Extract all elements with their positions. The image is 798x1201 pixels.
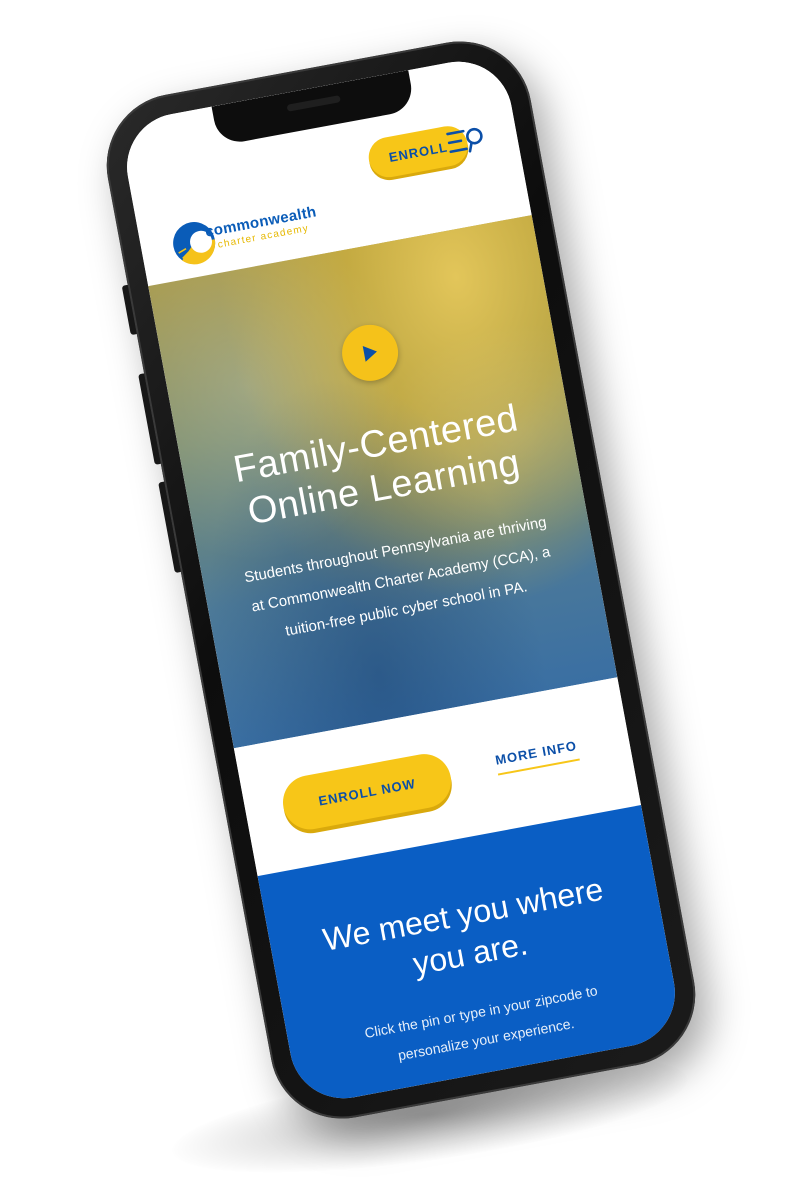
more-info-link[interactable]: MORE INFO [494,737,580,776]
play-icon [362,346,377,362]
enroll-now-button[interactable]: ENROLL NOW [278,749,456,834]
menu-icon [446,127,483,154]
menu-search-toggle[interactable] [445,123,489,158]
phone-device: commonwealth charter academy ENROLL Fami… [94,29,708,1131]
phone-screen: commonwealth charter academy ENROLL Fami… [118,52,684,1108]
search-icon [466,127,483,153]
mockup-stage: commonwealth charter academy ENROLL Fami… [0,0,798,1201]
speaker-grille [286,95,341,112]
